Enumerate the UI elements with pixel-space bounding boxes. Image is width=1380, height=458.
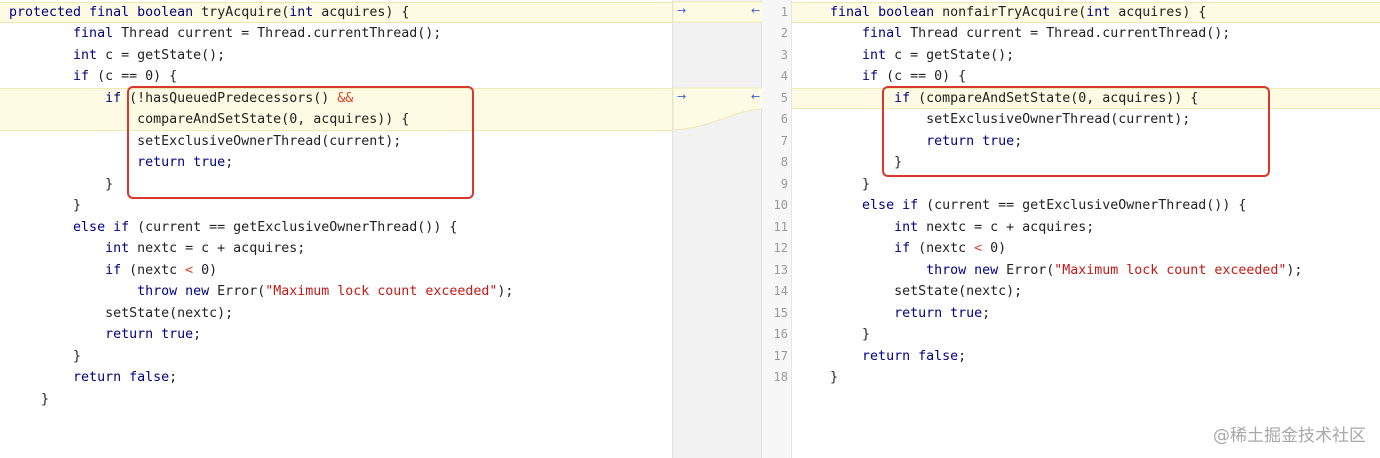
code-line: int c = getState();	[862, 47, 1015, 63]
line-number: 12	[773, 241, 788, 255]
line-number: 8	[780, 155, 788, 169]
line-number: 9	[780, 176, 788, 191]
diff-connector-shape	[673, 1, 763, 131]
code-line: throw new Error("Maximum lock count exce…	[926, 262, 1303, 278]
code-line: }	[9, 348, 82, 364]
diff-gutter: → ← → ←	[672, 0, 763, 458]
code-line: return false;	[862, 348, 967, 364]
code-line: if (c == 0) {	[862, 69, 967, 84]
code-line: setState(nextc);	[798, 284, 1023, 299]
line-number: 5	[780, 90, 788, 105]
code-line: }	[798, 176, 871, 192]
line-number-gutter: 1 2 3 4 5 6 7 8 9 10 11 12 13 14 15 16 17 18	[762, 0, 792, 458]
code-line: else if (current == getExclusiveOwnerThr…	[862, 198, 1247, 213]
code-line: }	[798, 327, 871, 342]
watermark-text: @稀土掘金技术社区	[1213, 426, 1366, 446]
line-number: 15	[773, 305, 788, 320]
code-line: if (c == 0) {	[73, 69, 178, 84]
line-number: 13	[773, 262, 788, 277]
line-number: 10	[773, 198, 788, 212]
code-line: throw new Error("Maximum lock count exce…	[137, 284, 514, 299]
line-number: 2	[780, 26, 788, 40]
line-number: 7	[780, 133, 788, 148]
code-line: if (nextc < 0)	[105, 262, 218, 278]
left-code-pane[interactable]: protected final boolean tryAcquire(int a…	[0, 0, 672, 458]
code-line: int c = getState();	[73, 47, 226, 63]
line-number: 6	[780, 112, 788, 126]
code-line: int nextc = c + acquires;	[105, 241, 306, 256]
code-line: final Thread current = Thread.currentThr…	[73, 26, 442, 41]
code-line: }	[9, 176, 114, 192]
code-line: else if (current == getExclusiveOwnerThr…	[73, 219, 458, 235]
code-line: return true;	[105, 327, 202, 342]
code-line: final boolean nonfairTryAcquire(int acqu…	[830, 4, 1207, 20]
arrow-right-icon[interactable]: →	[677, 4, 686, 17]
line-number: 11	[773, 219, 788, 234]
line-number: 4	[780, 69, 788, 83]
highlight-box-right	[882, 86, 1270, 177]
code-line: return false;	[73, 370, 178, 385]
line-number: 18	[773, 370, 788, 384]
code-line: setState(nextc);	[9, 305, 234, 321]
arrow-left-icon[interactable]: ←	[751, 90, 760, 103]
line-number: 3	[780, 47, 788, 62]
arrow-right-icon[interactable]: →	[677, 90, 686, 103]
line-number: 1	[780, 4, 788, 19]
code-line: }	[9, 391, 50, 407]
code-line: }	[798, 370, 839, 385]
line-number: 14	[773, 284, 788, 298]
code-line: protected final boolean tryAcquire(int a…	[9, 4, 410, 20]
code-line: if (nextc < 0)	[894, 241, 1007, 256]
arrow-left-icon[interactable]: ←	[751, 4, 760, 17]
code-line: return true;	[894, 305, 991, 321]
highlight-box-left	[127, 86, 474, 199]
code-line: final Thread current = Thread.currentThr…	[862, 26, 1231, 41]
line-number: 16	[773, 327, 788, 341]
right-code-pane[interactable]: final boolean nonfairTryAcquire(int acqu…	[792, 0, 1380, 458]
code-line: int nextc = c + acquires;	[894, 219, 1095, 235]
code-line: }	[9, 198, 82, 213]
line-number: 17	[773, 348, 788, 363]
